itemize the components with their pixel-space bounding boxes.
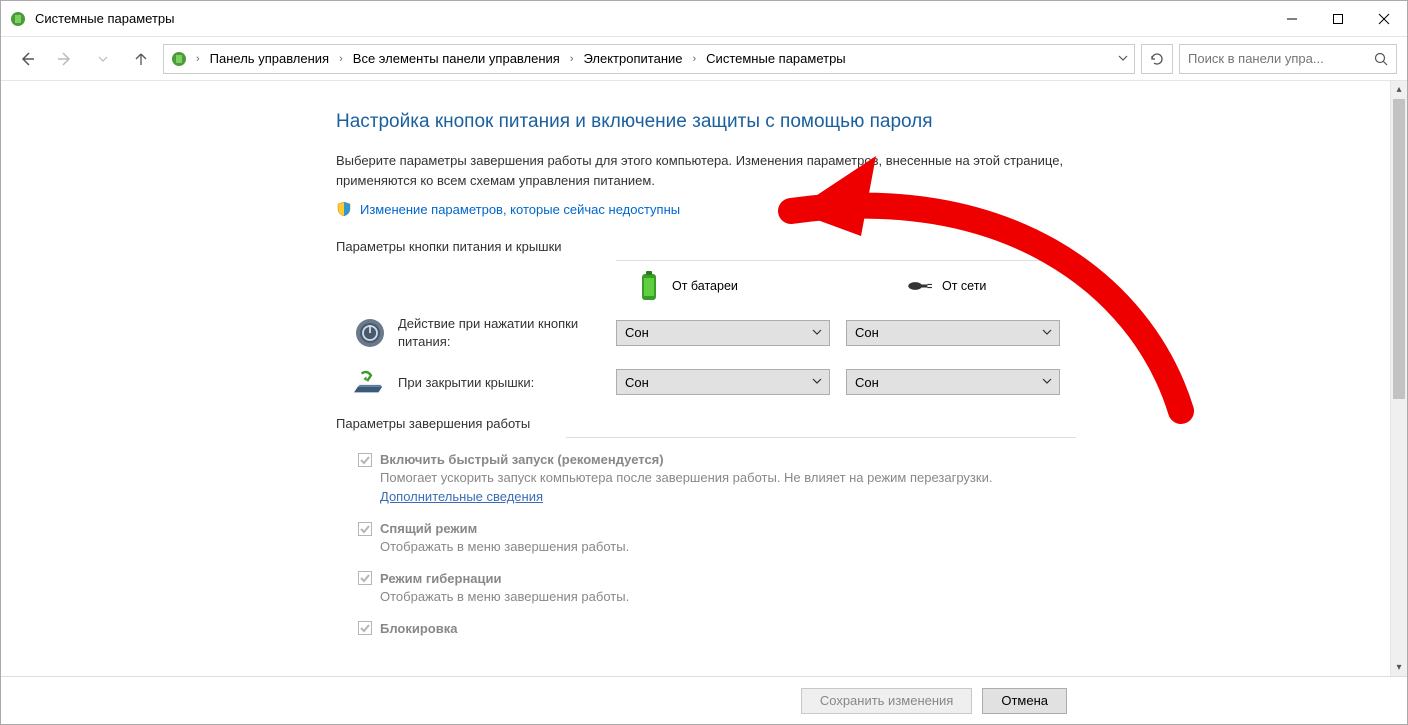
chevron-right-icon: › (689, 53, 701, 65)
setting-row-lid-close: При закрытии крышки: Сон Сон (354, 366, 1076, 398)
navbar: › Панель управления › Все элементы панел… (1, 37, 1407, 81)
row-label: При закрытии крышки: (398, 374, 616, 392)
page-intro: Выберите параметры завершения работы для… (336, 151, 1076, 191)
check-lock: Блокировка (358, 621, 1076, 636)
column-battery-label: От батареи (672, 279, 738, 293)
check-desc: Отображать в меню завершения работы. (380, 588, 1076, 607)
divider (616, 260, 1076, 261)
checkbox[interactable] (358, 453, 372, 467)
search-input[interactable] (1188, 51, 1388, 66)
checkbox[interactable] (358, 571, 372, 585)
check-desc: Помогает ускорить запуск компьютера посл… (380, 469, 1076, 507)
app-icon (9, 10, 27, 28)
breadcrumb-item[interactable]: Все элементы панели управления (351, 51, 562, 66)
recent-dropdown[interactable] (87, 45, 119, 73)
chevron-down-icon (811, 326, 823, 341)
checkbox[interactable] (358, 522, 372, 536)
content-area: Настройка кнопок питания и включение защ… (1, 81, 1407, 676)
column-plugged-label: От сети (942, 279, 986, 293)
cancel-button[interactable]: Отмена (982, 688, 1067, 714)
checkbox[interactable] (358, 621, 372, 635)
check-sleep: Спящий режим Отображать в меню завершени… (358, 521, 1076, 557)
back-button[interactable] (11, 45, 43, 73)
chevron-right-icon: › (566, 53, 578, 65)
refresh-button[interactable] (1141, 44, 1173, 74)
lid-close-battery-dropdown[interactable]: Сон (616, 369, 830, 395)
check-label: Режим гибернации (380, 571, 502, 586)
search-icon (1374, 52, 1388, 69)
section-power-lid-label: Параметры кнопки питания и крышки (336, 239, 1076, 254)
titlebar: Системные параметры (1, 1, 1407, 37)
breadcrumb-item[interactable]: Системные параметры (704, 51, 847, 66)
shield-icon (336, 201, 352, 217)
scroll-down-arrow[interactable]: ▾ (1391, 659, 1407, 676)
power-button-icon (354, 317, 386, 349)
control-panel-icon (170, 50, 188, 68)
scrollbar-thumb[interactable] (1393, 99, 1405, 399)
forward-button[interactable] (49, 45, 81, 73)
more-info-link[interactable]: Дополнительные сведения (380, 489, 543, 504)
footer: Сохранить изменения Отмена (1, 676, 1407, 724)
check-desc: Отображать в меню завершения работы. (380, 538, 1076, 557)
breadcrumb-item[interactable]: Электропитание (582, 51, 685, 66)
column-headers: От батареи От сети (636, 271, 1076, 301)
breadcrumb-item[interactable]: Панель управления (208, 51, 331, 66)
window-title: Системные параметры (35, 11, 1269, 26)
chevron-down-icon (1041, 326, 1053, 341)
check-fast-startup: Включить быстрый запуск (рекомендуется) … (358, 452, 1076, 507)
admin-link-row: Изменение параметров, которые сейчас нед… (336, 201, 1076, 217)
close-button[interactable] (1361, 1, 1407, 36)
setting-row-power-button: Действие при нажатии кнопки питания: Сон… (354, 315, 1076, 350)
chevron-down-icon (811, 375, 823, 390)
change-unavailable-settings-link[interactable]: Изменение параметров, которые сейчас нед… (360, 202, 680, 217)
minimize-button[interactable] (1269, 1, 1315, 36)
window-frame: Системные параметры › Панель управления … (0, 0, 1408, 725)
check-label: Спящий режим (380, 521, 477, 536)
breadcrumb-dropdown[interactable] (1116, 49, 1130, 70)
check-label: Включить быстрый запуск (рекомендуется) (380, 452, 664, 467)
check-hibernate: Режим гибернации Отображать в меню завер… (358, 571, 1076, 607)
vertical-scrollbar[interactable]: ▴ ▾ (1390, 81, 1407, 676)
battery-icon (636, 271, 662, 301)
lid-close-icon (354, 366, 386, 398)
save-button[interactable]: Сохранить изменения (801, 688, 973, 714)
breadcrumb[interactable]: › Панель управления › Все элементы панел… (163, 44, 1135, 74)
check-label: Блокировка (380, 621, 457, 636)
window-controls (1269, 1, 1407, 36)
divider (566, 437, 1076, 438)
section-shutdown-label: Параметры завершения работы (336, 416, 1076, 431)
chevron-right-icon: › (192, 53, 204, 65)
chevron-down-icon (1041, 375, 1053, 390)
row-label: Действие при нажатии кнопки питания: (398, 315, 616, 350)
maximize-button[interactable] (1315, 1, 1361, 36)
power-button-plugged-dropdown[interactable]: Сон (846, 320, 1060, 346)
search-box[interactable] (1179, 44, 1397, 74)
lid-close-plugged-dropdown[interactable]: Сон (846, 369, 1060, 395)
page-heading: Настройка кнопок питания и включение защ… (336, 111, 1076, 133)
chevron-right-icon: › (335, 53, 347, 65)
up-button[interactable] (125, 45, 157, 73)
power-button-battery-dropdown[interactable]: Сон (616, 320, 830, 346)
scroll-up-arrow[interactable]: ▴ (1391, 81, 1407, 98)
plug-icon (906, 271, 932, 301)
